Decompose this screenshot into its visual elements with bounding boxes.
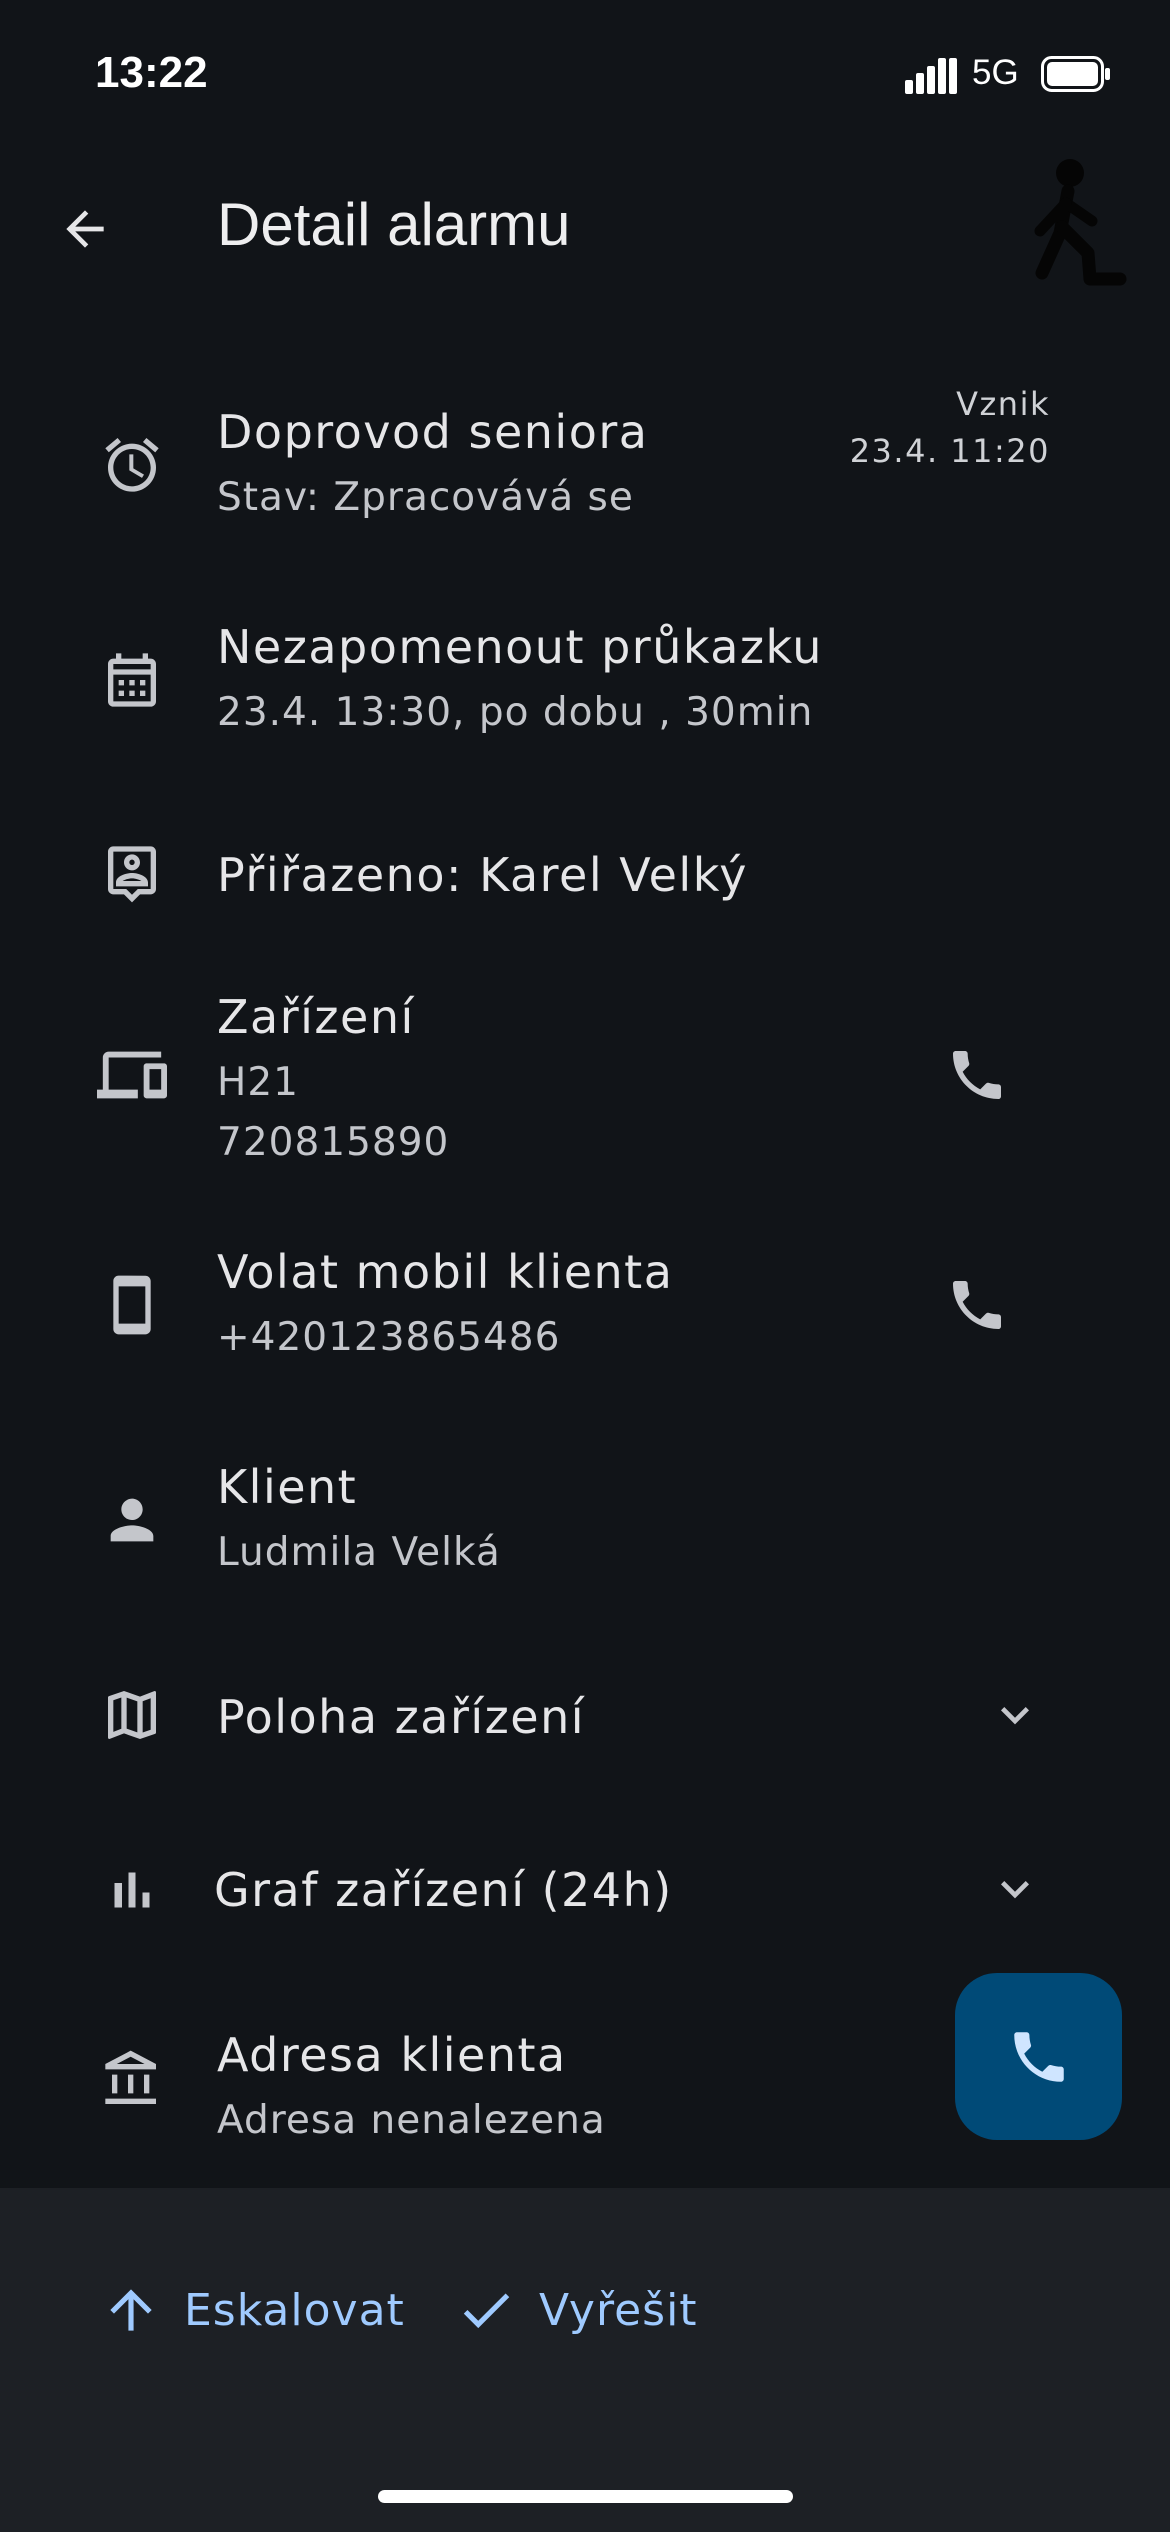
reminder-detail: 23.4. 13:30, po dobu , 30min bbox=[217, 690, 814, 735]
resolve-label: Vyřešit bbox=[539, 2284, 698, 2336]
bar-chart-icon bbox=[97, 1855, 167, 1925]
phone-icon bbox=[953, 1051, 1001, 1099]
arrow-up-icon bbox=[110, 2289, 152, 2331]
signal-icon bbox=[905, 58, 957, 94]
assigned-person-icon bbox=[97, 838, 167, 908]
client-name: Ludmila Velká bbox=[217, 1530, 501, 1575]
device-number: 720815890 bbox=[217, 1120, 450, 1165]
phone-icon bbox=[1013, 2031, 1064, 2082]
expand-location-button[interactable] bbox=[970, 1670, 1060, 1760]
institution-icon bbox=[97, 2045, 167, 2115]
calendar-icon bbox=[97, 645, 167, 715]
chevron-down-icon bbox=[1001, 1881, 1029, 1899]
devices-icon bbox=[97, 1040, 167, 1110]
resolve-button[interactable]: Vyřešit bbox=[455, 2270, 698, 2350]
assigned-title: Přiřazeno: Karel Velký bbox=[217, 848, 748, 902]
escalate-label: Eskalovat bbox=[184, 2284, 405, 2336]
network-label: 5G bbox=[972, 53, 1019, 92]
alarm-state: Stav: Zpracovává se bbox=[217, 475, 634, 520]
alarm-title: Doprovod seniora bbox=[217, 405, 649, 459]
bottom-action-bar bbox=[0, 2188, 1170, 2532]
back-button[interactable] bbox=[40, 184, 130, 274]
client-phone-number: +420123865486 bbox=[217, 1315, 561, 1360]
client-address-value: Adresa nenalezena bbox=[217, 2098, 606, 2143]
reminder-title: Nezapomenout průkazku bbox=[217, 620, 823, 674]
map-icon bbox=[97, 1680, 167, 1750]
client-title: Klient bbox=[217, 1460, 358, 1514]
escalate-button[interactable]: Eskalovat bbox=[100, 2270, 405, 2350]
page-title: Detail alarmu bbox=[217, 191, 571, 258]
status-time: 13:22 bbox=[95, 48, 208, 97]
created-value: 23.4. 11:20 bbox=[849, 432, 1050, 470]
client-address-title: Adresa klienta bbox=[217, 2028, 567, 2082]
check-icon bbox=[463, 2293, 510, 2329]
device-location-title: Poloha zařízení bbox=[217, 1690, 586, 1744]
walking-person-icon[interactable] bbox=[1030, 155, 1130, 295]
home-indicator bbox=[378, 2490, 793, 2503]
chevron-down-icon bbox=[1001, 1707, 1029, 1725]
call-client-button[interactable] bbox=[932, 1260, 1022, 1350]
phone-icon bbox=[953, 1281, 1001, 1329]
alarm-clock-icon bbox=[97, 430, 167, 500]
device-name: H21 bbox=[217, 1060, 299, 1105]
device-chart-title: Graf zařízení (24h) bbox=[214, 1863, 673, 1917]
call-device-button[interactable] bbox=[932, 1030, 1022, 1120]
device-title: Zařízení bbox=[217, 990, 415, 1044]
person-icon bbox=[97, 1485, 167, 1555]
battery-icon bbox=[1041, 56, 1110, 92]
arrow-back-icon bbox=[66, 210, 104, 248]
call-fab-button[interactable] bbox=[955, 1973, 1122, 2140]
smartphone-icon bbox=[97, 1270, 167, 1340]
created-label: Vznik bbox=[956, 385, 1050, 423]
client-phone-title: Volat mobil klienta bbox=[217, 1245, 674, 1299]
expand-chart-button[interactable] bbox=[970, 1844, 1060, 1934]
